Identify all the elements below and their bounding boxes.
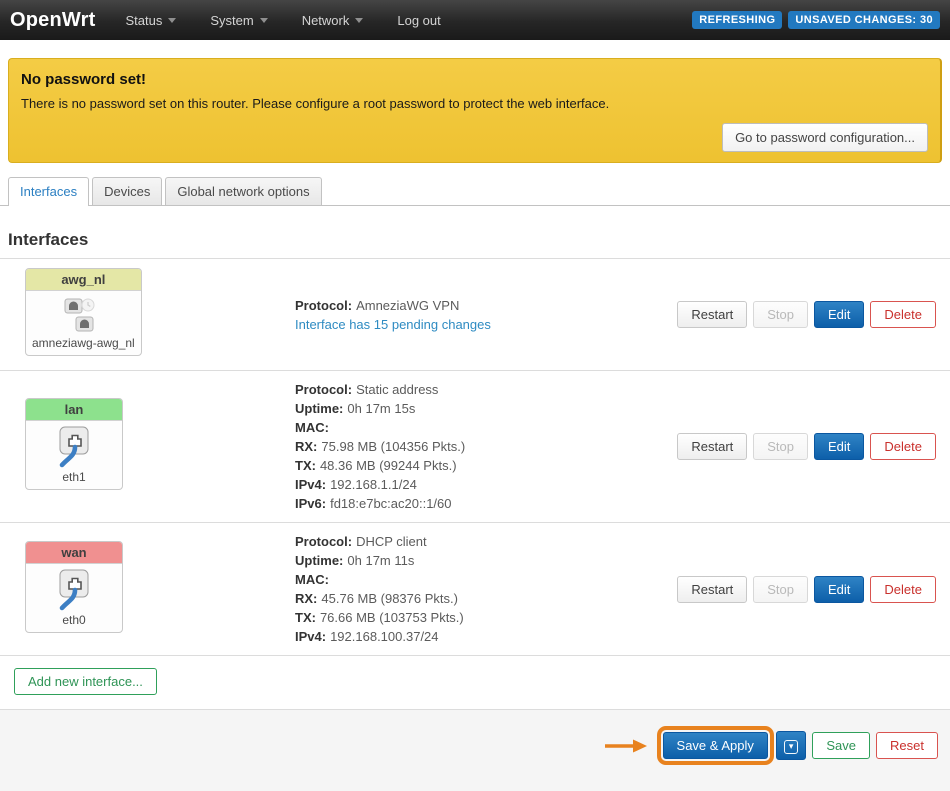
interface-actions: Restart Stop Edit Delete — [677, 301, 936, 328]
stop-button: Stop — [753, 433, 808, 460]
delete-button[interactable]: Delete — [870, 301, 936, 328]
interface-actions: Restart Stop Edit Delete — [677, 433, 936, 460]
add-new-interface-button[interactable]: Add new interface... — [14, 668, 157, 695]
top-navbar: OpenWrt Status System Network Log out RE… — [0, 0, 950, 40]
restart-button[interactable]: Restart — [677, 576, 747, 603]
zone-badge: lan — [26, 399, 122, 421]
go-to-password-configuration-button[interactable]: Go to password configuration... — [722, 123, 928, 152]
detail-line: Protocol:DHCP client — [295, 532, 665, 551]
tunnel-icon — [26, 291, 141, 335]
interface-row-awg-nl: awg_nl amneziawg-awg_nl Protocol:Amnezia… — [0, 259, 950, 371]
ethernet-icon — [26, 564, 122, 612]
detail-line: TX:48.36 MB (99244 Pkts.) — [295, 456, 665, 475]
edit-button[interactable]: Edit — [814, 433, 864, 460]
restart-button[interactable]: Restart — [677, 433, 747, 460]
no-password-alert: No password set! There is no password se… — [8, 58, 942, 163]
status-badges: REFRESHING UNSAVED CHANGES: 30 — [692, 11, 940, 29]
annotation-arrow-icon — [603, 737, 649, 755]
detail-line: Protocol:AmneziaWG VPN — [295, 296, 665, 315]
stop-button: Stop — [753, 576, 808, 603]
interface-actions: Restart Stop Edit Delete — [677, 576, 936, 603]
delete-button[interactable]: Delete — [870, 576, 936, 603]
chevron-down-icon: ▾ — [784, 740, 799, 754]
tab-devices[interactable]: Devices — [92, 177, 162, 205]
detail-line: RX:45.76 MB (98376 Pkts.) — [295, 589, 665, 608]
interface-details: Protocol:DHCP client Uptime:0h 17m 11s M… — [295, 532, 665, 646]
device-name: amneziawg-awg_nl — [26, 335, 141, 355]
add-interface-row: Add new interface... — [0, 656, 950, 710]
detail-line: IPv4:192.168.100.37/24 — [295, 627, 665, 646]
interface-details: Protocol:Static address Uptime:0h 17m 15… — [295, 380, 665, 513]
detail-line: TX:76.66 MB (103753 Pkts.) — [295, 608, 665, 627]
chevron-down-icon — [355, 18, 363, 23]
detail-line: IPv6:fd18:e7bc:ac20::1/60 — [295, 494, 665, 513]
chevron-down-icon — [260, 18, 268, 23]
interface-row-lan: lan eth1 Protocol:Static address Uptime:… — [0, 371, 950, 523]
interface-box-wan[interactable]: wan eth0 — [25, 541, 123, 633]
footer-action-bar: Save & Apply ▾ Save Reset — [0, 710, 950, 791]
save-apply-dropdown-button[interactable]: ▾ — [776, 731, 807, 760]
page-title: Interfaces — [8, 230, 942, 250]
nav-network-label: Network — [302, 13, 350, 28]
stop-button: Stop — [753, 301, 808, 328]
interface-details: Protocol:AmneziaWG VPN Interface has 15 … — [295, 296, 665, 334]
chevron-down-icon — [168, 18, 176, 23]
pending-changes-link[interactable]: Interface has 15 pending changes — [295, 315, 491, 334]
edit-button[interactable]: Edit — [814, 301, 864, 328]
alert-message: There is no password set on this router.… — [21, 96, 928, 111]
tab-interfaces[interactable]: Interfaces — [8, 177, 89, 206]
detail-line: Protocol:Static address — [295, 380, 665, 399]
nav-logout[interactable]: Log out — [397, 13, 440, 28]
alert-title: No password set! — [21, 71, 928, 88]
zone-badge: wan — [26, 542, 122, 564]
tab-global-network-options[interactable]: Global network options — [165, 177, 321, 205]
annotation-highlight: Save & Apply — [657, 726, 774, 765]
interface-box-lan[interactable]: lan eth1 — [25, 398, 123, 490]
nav-network[interactable]: Network — [302, 13, 364, 28]
detail-line: IPv4:192.168.1.1/24 — [295, 475, 665, 494]
device-name: eth1 — [26, 469, 122, 489]
zone-badge: awg_nl — [26, 269, 141, 291]
save-apply-button[interactable]: Save & Apply — [663, 732, 768, 759]
detail-line: Uptime:0h 17m 15s — [295, 399, 665, 418]
save-button[interactable]: Save — [812, 732, 870, 759]
detail-line: Uptime:0h 17m 11s — [295, 551, 665, 570]
brand-logo[interactable]: OpenWrt — [10, 9, 95, 32]
interface-box-awg-nl[interactable]: awg_nl amneziawg-awg_nl — [25, 268, 142, 356]
interface-row-wan: wan eth0 Protocol:DHCP client Uptime:0h … — [0, 523, 950, 656]
reset-button[interactable]: Reset — [876, 732, 938, 759]
device-name: eth0 — [26, 612, 122, 632]
main-nav: Status System Network Log out — [125, 13, 440, 28]
restart-button[interactable]: Restart — [677, 301, 747, 328]
delete-button[interactable]: Delete — [870, 433, 936, 460]
nav-logout-label: Log out — [397, 13, 440, 28]
unsaved-changes-badge[interactable]: UNSAVED CHANGES: 30 — [788, 11, 940, 29]
nav-system[interactable]: System — [210, 13, 267, 28]
detail-line: MAC: — [295, 570, 665, 589]
refreshing-badge: REFRESHING — [692, 11, 782, 29]
nav-system-label: System — [210, 13, 253, 28]
nav-status-label: Status — [125, 13, 162, 28]
detail-line: RX:75.98 MB (104356 Pkts.) — [295, 437, 665, 456]
network-tabs: Interfaces Devices Global network option… — [0, 177, 950, 206]
detail-line: MAC: — [295, 418, 665, 437]
nav-status[interactable]: Status — [125, 13, 176, 28]
ethernet-icon — [26, 421, 122, 469]
edit-button[interactable]: Edit — [814, 576, 864, 603]
